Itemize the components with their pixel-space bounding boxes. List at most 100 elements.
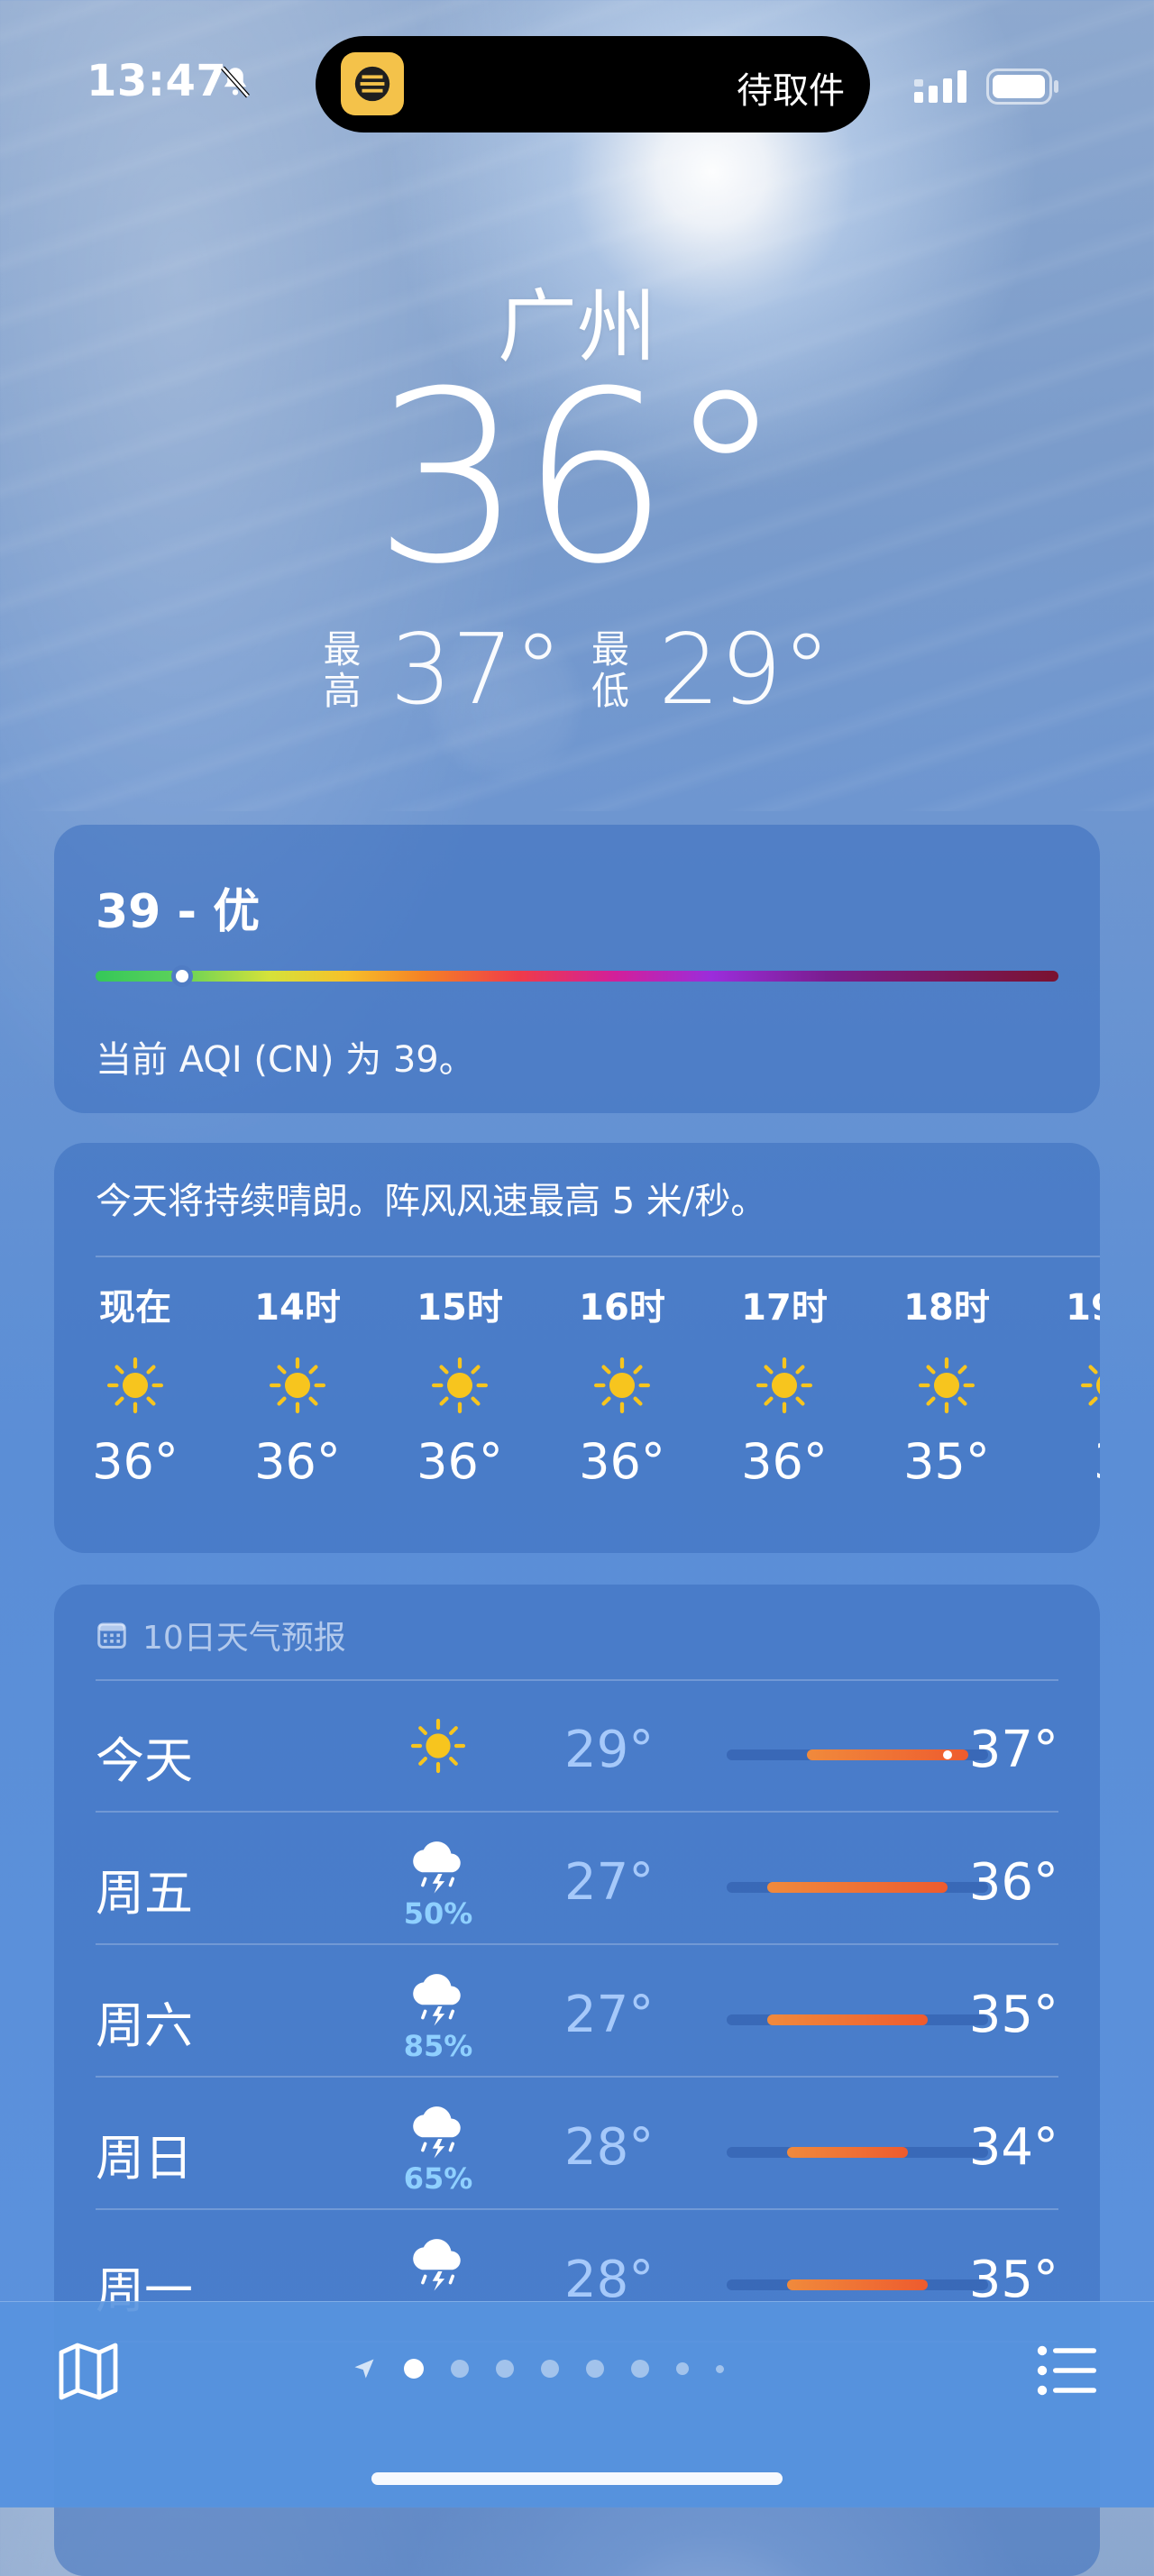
list-icon[interactable] — [1037, 2343, 1096, 2398]
temperature-range-fill — [766, 1882, 948, 1893]
hourly-forecast-card[interactable]: 今天将持续晴朗。阵风风速最高 5 米/秒。 现在 36° 14时 36° 15时 36° 1… — [54, 1143, 1100, 1553]
day-weather: 85% — [393, 1966, 483, 2063]
temperature-range-bar — [727, 1749, 988, 1760]
hourly-summary: 今天将持续晴朗。阵风风速最高 5 米/秒。 — [96, 1181, 767, 1222]
status-time: 13:47 — [87, 56, 227, 106]
page-dot[interactable] — [496, 2360, 514, 2378]
hour-temperature: 36° — [254, 1433, 341, 1490]
high-label: 最 高 — [324, 629, 362, 712]
hour-temperature: 36° — [92, 1433, 179, 1490]
temperature-range-bar — [727, 2279, 988, 2290]
sun-icon — [431, 1357, 489, 1414]
page-dot[interactable] — [716, 2364, 724, 2373]
day-weather — [393, 2231, 483, 2296]
hour-label: 14时 — [254, 1287, 341, 1329]
hourly-item: 15时 36° — [379, 1278, 541, 1490]
sun-icon — [1080, 1365, 1100, 1406]
hourly-item: 19时 3 — [1028, 1278, 1100, 1490]
dynamic-island[interactable]: 待取件 — [316, 36, 870, 132]
thunderstorm-icon — [413, 1974, 461, 2026]
precipitation-chance: 65% — [403, 2161, 473, 2196]
hour-label: 现在 — [99, 1287, 171, 1329]
hour-temperature: 36° — [417, 1433, 503, 1490]
day-low-temperature: 27° — [564, 1853, 655, 1912]
temperature-range-bar — [727, 2014, 988, 2025]
forecast-day-row[interactable]: 今天 29° 37° — [96, 1681, 1058, 1813]
day-low-temperature: 28° — [564, 2118, 655, 2177]
hour-temperature: 35° — [903, 1433, 990, 1490]
day-name: 周五 — [96, 1865, 193, 1922]
day-low-temperature: 29° — [564, 1721, 655, 1779]
high-low-row: 最 高 37° 最 低 29° — [0, 622, 1154, 719]
hour-label: 18时 — [903, 1287, 990, 1329]
divider — [96, 1256, 1100, 1257]
bottom-toolbar — [0, 2301, 1154, 2507]
signal-icon — [914, 70, 966, 103]
hour-label: 17时 — [741, 1287, 828, 1329]
package-app-icon — [341, 52, 404, 115]
map-icon[interactable] — [58, 2342, 119, 2401]
hour-temperature: 3 — [1028, 1433, 1100, 1490]
thunderstorm-icon — [413, 2239, 461, 2291]
hour-label: 16时 — [579, 1287, 665, 1329]
day-high-temperature: 37° — [968, 1721, 1058, 1779]
aqi-indicator-dot — [171, 965, 194, 987]
page-dot[interactable] — [586, 2360, 604, 2378]
calendar-icon — [97, 1622, 126, 1649]
page-dot[interactable] — [404, 2359, 424, 2379]
sun-icon — [106, 1357, 164, 1414]
page-dot[interactable] — [541, 2360, 559, 2378]
divider — [96, 2208, 1058, 2210]
hour-label: 15时 — [417, 1287, 503, 1329]
divider — [96, 1811, 1058, 1813]
temperature-range-bar — [727, 1882, 988, 1893]
precipitation-chance: 85% — [403, 2029, 473, 2063]
sun-icon — [593, 1357, 651, 1414]
day-weather: 50% — [393, 1833, 483, 1931]
forecast-title: 10日天气预报 — [142, 1620, 346, 1657]
hourly-item: 16时 36° — [541, 1278, 703, 1490]
temperature-range-fill — [766, 2014, 929, 2025]
sun-icon — [269, 1357, 326, 1414]
aqi-card[interactable]: 39 - 优 当前 AQI (CN) 为 39。 — [54, 825, 1100, 1113]
hour-label: 19时 — [1066, 1287, 1100, 1329]
sun-icon — [410, 1718, 466, 1774]
island-text: 待取件 — [737, 70, 845, 112]
hourly-list[interactable]: 现在 36° 14时 36° 15时 36° 16时 36° 17时 36° 18时 35° 19时 3 — [54, 1278, 1100, 1539]
hourly-item: 14时 36° — [216, 1278, 379, 1490]
day-weather — [393, 1701, 483, 1775]
page-indicator[interactable] — [352, 2356, 724, 2381]
status-bar: 13:47 待取件 — [0, 0, 1154, 162]
day-name: 今天 — [96, 1732, 193, 1789]
current-temperature: 36° — [0, 361, 1154, 597]
high-label-1: 最 — [323, 627, 362, 671]
hour-temperature: 36° — [579, 1433, 665, 1490]
day-high-temperature: 36° — [968, 1853, 1058, 1912]
low-temperature: 29° — [658, 614, 831, 726]
hourly-item: 17时 36° — [703, 1278, 866, 1490]
day-high-temperature: 35° — [968, 1986, 1058, 2044]
day-high-temperature: 34° — [968, 2118, 1058, 2177]
day-weather: 65% — [393, 2098, 483, 2196]
home-indicator[interactable] — [371, 2472, 783, 2485]
high-temperature: 37° — [389, 614, 563, 726]
high-label-2: 高 — [323, 669, 362, 713]
page-dot[interactable] — [451, 2360, 469, 2378]
low-label-2: 低 — [591, 669, 630, 713]
aqi-title: 39 - 优 — [96, 885, 261, 939]
thunderstorm-icon — [413, 2106, 461, 2159]
page-dot[interactable] — [676, 2362, 689, 2375]
location-arrow-icon[interactable] — [352, 2356, 377, 2381]
forecast-day-row[interactable]: 周日 65% 28° 34° — [96, 2078, 1058, 2210]
aqi-description: 当前 AQI (CN) 为 39。 — [96, 1039, 475, 1081]
forecast-day-row[interactable]: 周六 85% 27° 35° — [96, 1946, 1058, 2078]
sun-icon — [756, 1357, 813, 1414]
sun-icon — [918, 1357, 975, 1414]
low-label-1: 最 — [591, 627, 630, 671]
hour-temperature: 36° — [741, 1433, 828, 1490]
forecast-day-row[interactable]: 周五 50% 27° 36° — [96, 1813, 1058, 1945]
thunderstorm-icon — [413, 1841, 461, 1894]
divider — [96, 2076, 1058, 2078]
page-dot[interactable] — [631, 2360, 649, 2378]
aqi-scale-bar — [96, 971, 1058, 982]
